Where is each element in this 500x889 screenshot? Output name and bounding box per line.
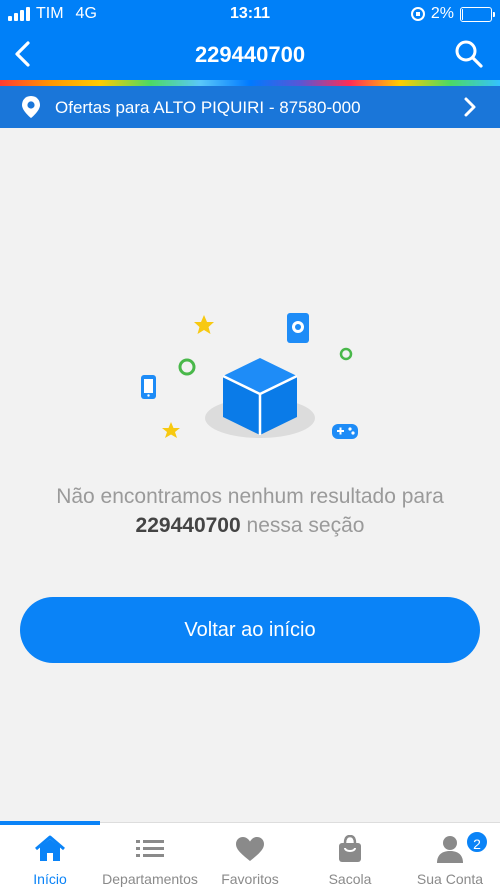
orientation-lock-icon <box>410 7 425 21</box>
battery-percent: 2% <box>430 5 454 22</box>
tab-sacola[interactable]: Sacola <box>300 823 400 889</box>
tab-departamentos[interactable]: Departamentos <box>100 823 200 889</box>
status-bar: TIM 4G 13:11 2% <box>0 0 500 28</box>
heart-icon <box>236 837 264 861</box>
list-icon <box>136 840 164 857</box>
star-icon <box>162 422 180 438</box>
ring-icon <box>178 358 196 376</box>
phone-icon <box>141 375 156 399</box>
back-to-home-button[interactable]: Voltar ao início <box>20 597 480 663</box>
tab-label: Sua Conta <box>416 871 484 887</box>
user-icon <box>437 836 463 863</box>
tab-label: Departamentos <box>102 871 198 887</box>
tablet-icon <box>287 313 309 343</box>
ring-icon <box>339 347 353 361</box>
message-prefix: Não encontramos nenhum resultado para <box>56 485 444 508</box>
chevron-right-icon <box>464 97 476 117</box>
search-icon[interactable] <box>454 39 484 69</box>
top-bar: TIM 4G 13:11 2% 229440700 <box>0 0 500 82</box>
home-icon <box>35 835 65 861</box>
tab-inicio[interactable]: Início <box>0 823 100 889</box>
location-pin-icon <box>22 96 40 118</box>
notification-badge: 2 <box>465 830 489 854</box>
tab-label: Sacola <box>328 871 372 887</box>
tab-label: Favoritos <box>221 871 279 887</box>
gamepad-icon <box>332 424 358 439</box>
location-text: Ofertas para ALTO PIQUIRI - 87580-000 <box>55 98 361 117</box>
navigation-bar: 229440700 <box>0 28 500 80</box>
message-suffix: nessa seção <box>246 514 365 537</box>
tab-favoritos[interactable]: Favoritos <box>200 823 300 889</box>
tab-bar: Início Departamentos Favoritos Sacola Su… <box>0 821 500 889</box>
search-query: 229440700 <box>135 514 241 537</box>
empty-state-illustration <box>141 313 358 439</box>
tab-label: Início <box>33 871 67 887</box>
empty-state-message: Não encontramos nenhum resultado para 22… <box>10 482 490 540</box>
battery-icon <box>460 6 495 22</box>
star-icon <box>194 315 214 334</box>
page-title: 229440700 <box>194 42 306 67</box>
bag-icon <box>339 835 361 862</box>
location-bar[interactable]: Ofertas para ALTO PIQUIRI - 87580-000 <box>0 86 500 128</box>
